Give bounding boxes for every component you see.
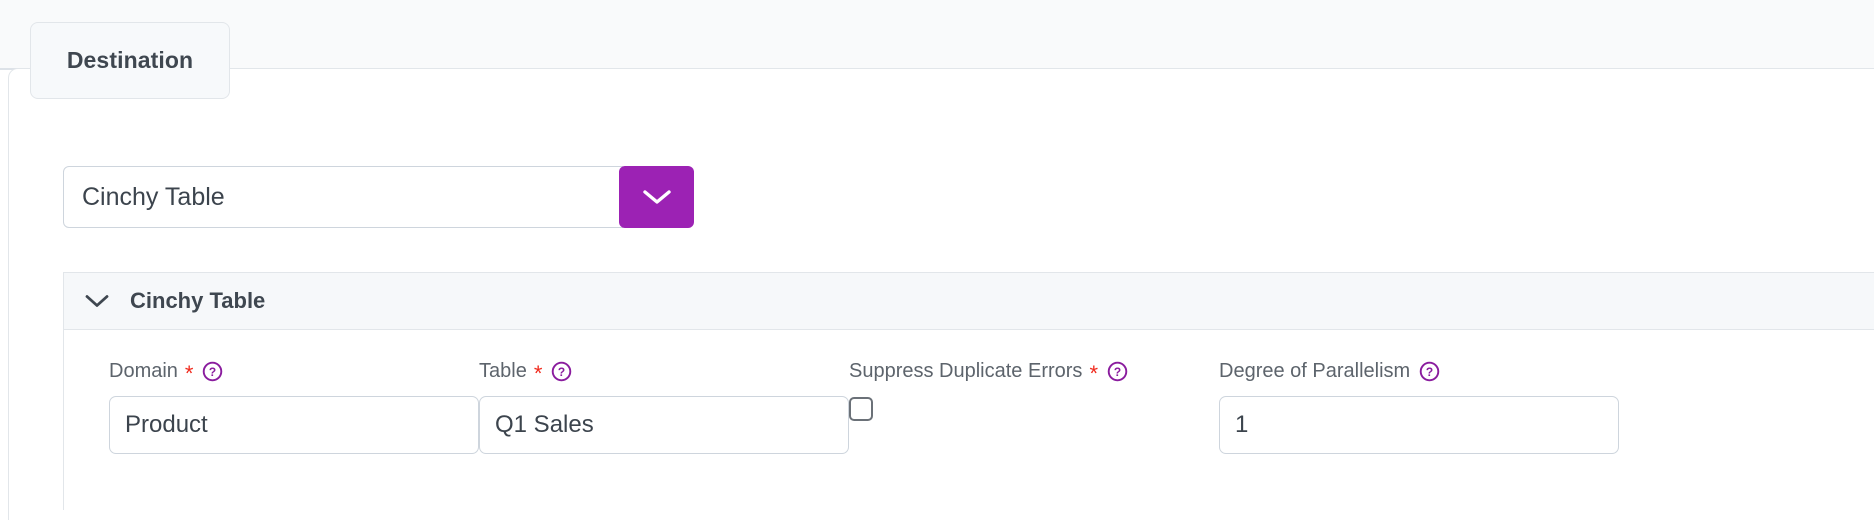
field-table-label-row: Table * ? bbox=[479, 358, 849, 386]
fields-row: Domain * ? Product Table * ? Q1 Sales Su… bbox=[109, 358, 1874, 454]
field-domain-label: Domain bbox=[109, 359, 178, 382]
chevron-down-icon bbox=[642, 190, 671, 204]
field-table: Table * ? Q1 Sales bbox=[479, 358, 849, 454]
help-circle-icon[interactable]: ? bbox=[1419, 361, 1440, 382]
field-domain-label-row: Domain * ? bbox=[109, 358, 479, 386]
cinchy-table-accordion-body: Domain * ? Product Table * ? Q1 Sales Su… bbox=[63, 330, 1874, 510]
field-degree-of-parallelism-label: Degree of Parallelism bbox=[1219, 359, 1411, 382]
field-degree-of-parallelism-label-row: Degree of Parallelism ? bbox=[1219, 358, 1619, 384]
field-suppress-duplicate-errors-label: Suppress Duplicate Errors bbox=[849, 359, 1083, 382]
destination-type-value[interactable]: Cinchy Table bbox=[63, 166, 623, 228]
field-suppress-duplicate-errors-label-row: Suppress Duplicate Errors * ? bbox=[849, 358, 1219, 386]
svg-text:?: ? bbox=[1114, 364, 1121, 378]
svg-text:?: ? bbox=[209, 364, 216, 378]
top-band bbox=[0, 0, 1874, 70]
field-domain: Domain * ? Product bbox=[109, 358, 479, 454]
required-asterisk: * bbox=[1089, 361, 1098, 386]
chevron-down-icon bbox=[85, 295, 109, 307]
field-table-input[interactable]: Q1 Sales bbox=[479, 396, 849, 454]
destination-type-dropdown-button[interactable] bbox=[619, 166, 694, 228]
help-circle-icon[interactable]: ? bbox=[551, 361, 572, 382]
field-domain-input[interactable]: Product bbox=[109, 396, 479, 454]
required-asterisk: * bbox=[184, 361, 194, 386]
cinchy-table-accordion-title: Cinchy Table bbox=[130, 288, 266, 313]
field-degree-of-parallelism: Degree of Parallelism ? 1 bbox=[1219, 358, 1619, 454]
field-table-label: Table bbox=[479, 359, 527, 382]
field-degree-of-parallelism-input[interactable]: 1 bbox=[1219, 396, 1619, 454]
required-asterisk: * bbox=[533, 361, 543, 386]
destination-type-select[interactable]: Cinchy Table bbox=[63, 166, 694, 228]
svg-text:?: ? bbox=[558, 364, 565, 378]
tab-destination[interactable]: Destination bbox=[30, 22, 230, 99]
svg-text:?: ? bbox=[1426, 364, 1433, 378]
destination-config-screen: Destination Cinchy Table Cinchy Table Do… bbox=[0, 0, 1874, 520]
cinchy-table-accordion: Cinchy Table Domain * ? Product Table * … bbox=[63, 272, 1874, 510]
cinchy-table-accordion-header[interactable]: Cinchy Table bbox=[63, 272, 1874, 330]
tab-destination-label: Destination bbox=[66, 47, 194, 73]
help-circle-icon[interactable]: ? bbox=[1107, 361, 1128, 382]
field-suppress-duplicate-errors: Suppress Duplicate Errors * ? bbox=[849, 358, 1219, 421]
help-circle-icon[interactable]: ? bbox=[202, 361, 223, 382]
field-suppress-duplicate-errors-checkbox[interactable] bbox=[849, 397, 873, 421]
